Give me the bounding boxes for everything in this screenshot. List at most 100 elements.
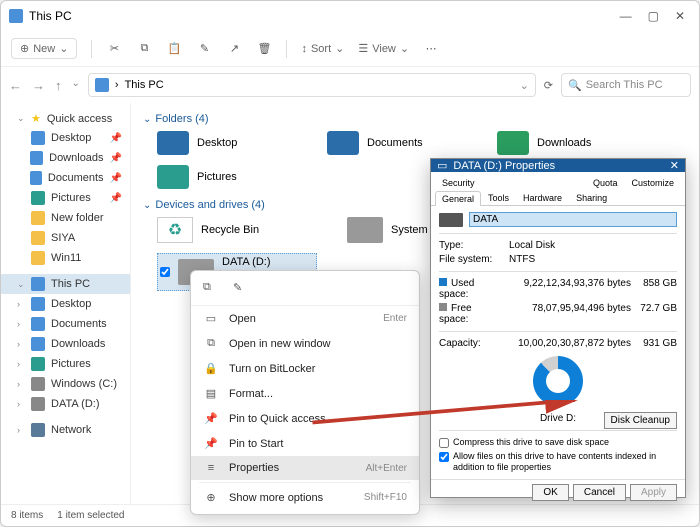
sidebar-item[interactable]: ›DATA (D:) bbox=[1, 394, 130, 414]
ok-button[interactable]: OK bbox=[532, 484, 568, 501]
up-icon[interactable]: ↑ bbox=[55, 78, 62, 93]
status-selected: 1 item selected bbox=[57, 510, 124, 521]
delete-icon[interactable]: 🗑 bbox=[256, 41, 272, 57]
more-icon[interactable]: ⋯ bbox=[423, 41, 439, 57]
dialog-titlebar: ▭ DATA (D:) Properties ✕ bbox=[431, 159, 685, 172]
search-icon: 🔍 bbox=[568, 79, 582, 92]
label: File system: bbox=[439, 254, 503, 265]
recycle-bin-icon: ♻ bbox=[157, 217, 193, 243]
pc-icon bbox=[95, 78, 109, 92]
drive-checkbox[interactable] bbox=[160, 267, 170, 277]
sidebar-item[interactable]: ›Windows (C:) bbox=[1, 374, 130, 394]
usage-pie-chart bbox=[533, 356, 583, 406]
drive-item[interactable]: ♻Recycle Bin bbox=[157, 217, 317, 243]
sidebar-item[interactable]: SIYA bbox=[1, 228, 130, 248]
sidebar-item[interactable]: ›Documents bbox=[1, 314, 130, 334]
context-menu: ⧉ ✎ ▭OpenEnter ⧉Open in new window 🔒Turn… bbox=[190, 270, 420, 515]
copy-icon[interactable]: ⧉ bbox=[203, 281, 221, 299]
rename-icon[interactable]: ✎ bbox=[196, 41, 212, 57]
used-legend-icon bbox=[439, 278, 447, 286]
folder-item[interactable]: Pictures bbox=[157, 165, 297, 189]
share-icon[interactable]: ↗ bbox=[226, 41, 242, 57]
tab-security[interactable]: Security bbox=[435, 175, 482, 190]
sidebar-item[interactable]: ›Desktop bbox=[1, 294, 130, 314]
cut-icon[interactable]: ✂ bbox=[106, 41, 122, 57]
apply-button[interactable]: Apply bbox=[630, 484, 677, 501]
breadcrumb[interactable]: › This PC ⌄ bbox=[88, 73, 536, 97]
drive-icon bbox=[347, 217, 383, 243]
tab-hardware[interactable]: Hardware bbox=[516, 190, 569, 205]
tab-general[interactable]: General bbox=[435, 191, 481, 206]
sidebar-quick-access[interactable]: ⌄★Quick access bbox=[1, 109, 130, 128]
sidebar-item[interactable]: Pictures📌 bbox=[1, 188, 130, 208]
new-button[interactable]: ⊕ New ⌄ bbox=[11, 38, 77, 59]
ctx-format[interactable]: ▤Format... bbox=[191, 381, 419, 406]
titlebar: This PC — ▢ ✕ bbox=[1, 1, 699, 31]
ctx-open-new[interactable]: ⧉Open in new window bbox=[191, 331, 419, 356]
cancel-button[interactable]: Cancel bbox=[573, 484, 626, 501]
paste-icon[interactable]: 📋 bbox=[166, 41, 182, 57]
view-button[interactable]: ☰ View ⌄ bbox=[358, 42, 409, 55]
lock-icon: 🔒 bbox=[203, 362, 219, 375]
free-legend-icon bbox=[439, 303, 447, 311]
chevron-down-icon[interactable]: ⌄ bbox=[72, 78, 80, 93]
properties-dialog: ▭ DATA (D:) Properties ✕ Security Quota … bbox=[430, 158, 686, 498]
value: Local Disk bbox=[509, 240, 677, 251]
pin-icon: 📌 bbox=[203, 412, 219, 425]
pin-icon: 📌 bbox=[203, 437, 219, 450]
copy-icon[interactable]: ⧉ bbox=[136, 41, 152, 57]
close-icon[interactable]: ✕ bbox=[675, 9, 685, 23]
toolbar: ⊕ New ⌄ ✂ ⧉ 📋 ✎ ↗ 🗑 ↕ Sort ⌄ ☰ View ⌄ ⋯ bbox=[1, 31, 699, 67]
rename-icon[interactable]: ✎ bbox=[233, 281, 251, 299]
close-icon[interactable]: ✕ bbox=[670, 159, 679, 172]
open-icon: ▭ bbox=[203, 312, 219, 325]
navbar: ← → ↑ ⌄ › This PC ⌄ ⟳ 🔍 Search This PC bbox=[1, 67, 699, 103]
this-pc-icon bbox=[9, 9, 23, 23]
tab-quota[interactable]: Quota bbox=[586, 175, 625, 190]
dialog-title: DATA (D:) Properties bbox=[453, 160, 555, 172]
folder-item[interactable]: Desktop bbox=[157, 131, 297, 155]
window-icon: ⧉ bbox=[203, 337, 219, 350]
minimize-icon[interactable]: — bbox=[620, 9, 632, 23]
back-icon[interactable]: ← bbox=[9, 78, 22, 93]
format-icon: ▤ bbox=[203, 387, 219, 400]
drive-name-input[interactable] bbox=[469, 212, 677, 227]
sidebar-item[interactable]: Win11 bbox=[1, 248, 130, 268]
sidebar-item[interactable]: Documents📌 bbox=[1, 168, 130, 188]
tab-sharing[interactable]: Sharing bbox=[569, 190, 614, 205]
more-icon: ⊕ bbox=[203, 491, 219, 504]
compress-checkbox[interactable] bbox=[439, 438, 449, 448]
index-checkbox[interactable] bbox=[439, 452, 449, 462]
group-folders[interactable]: Folders (4) bbox=[143, 113, 687, 125]
dialog-tabs: Security Quota Customize General Tools H… bbox=[431, 172, 685, 206]
disk-cleanup-button[interactable]: Disk Cleanup bbox=[604, 412, 677, 429]
search-input[interactable]: 🔍 Search This PC bbox=[561, 73, 691, 97]
ctx-open[interactable]: ▭OpenEnter bbox=[191, 306, 419, 331]
status-count: 8 items bbox=[11, 510, 43, 521]
sidebar-item[interactable]: ›Pictures bbox=[1, 354, 130, 374]
ctx-pin-start[interactable]: 📌Pin to Start bbox=[191, 431, 419, 456]
sidebar-item[interactable]: Desktop📌 bbox=[1, 128, 130, 148]
tab-customize[interactable]: Customize bbox=[624, 175, 681, 190]
folder-item[interactable]: Documents bbox=[327, 131, 467, 155]
sidebar-item[interactable]: New folder bbox=[1, 208, 130, 228]
sidebar-item[interactable]: ›Downloads bbox=[1, 334, 130, 354]
maximize-icon[interactable]: ▢ bbox=[648, 9, 659, 23]
breadcrumb-label: This PC bbox=[125, 79, 164, 91]
tab-tools[interactable]: Tools bbox=[481, 190, 516, 205]
sidebar-network[interactable]: ›Network bbox=[1, 420, 130, 440]
refresh-icon[interactable]: ⟳ bbox=[544, 79, 553, 92]
sidebar-item[interactable]: Downloads📌 bbox=[1, 148, 130, 168]
value: NTFS bbox=[509, 254, 677, 265]
window-title: This PC bbox=[29, 9, 620, 23]
ctx-properties[interactable]: ≡PropertiesAlt+Enter bbox=[191, 456, 419, 480]
ctx-pin-quick[interactable]: 📌Pin to Quick access bbox=[191, 406, 419, 431]
forward-icon[interactable]: → bbox=[32, 78, 45, 93]
sort-button[interactable]: ↕ Sort ⌄ bbox=[301, 42, 344, 55]
label: Type: bbox=[439, 240, 503, 251]
sidebar-this-pc[interactable]: ⌄This PC bbox=[1, 274, 130, 294]
ctx-bitlocker[interactable]: 🔒Turn on BitLocker bbox=[191, 356, 419, 381]
ctx-more[interactable]: ⊕Show more optionsShift+F10 bbox=[191, 485, 419, 510]
drive-icon bbox=[439, 213, 463, 227]
folder-item[interactable]: Downloads bbox=[497, 131, 637, 155]
